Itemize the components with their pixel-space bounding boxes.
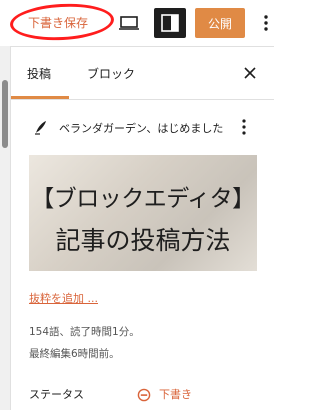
more-vertical-icon[interactable] bbox=[258, 10, 274, 36]
post-stats: 154語、読了時間1分。 最終編集6時間前。 bbox=[29, 321, 140, 365]
sidebar-border bbox=[10, 46, 11, 410]
featured-image[interactable]: 【ブロックエディタ】 記事の投稿方法 bbox=[29, 155, 257, 271]
draft-status-icon bbox=[137, 387, 151, 402]
post-actions-more-icon[interactable] bbox=[237, 117, 251, 137]
post-summary: ベランダガーデン、はじめました bbox=[11, 114, 274, 140]
laptop-icon[interactable] bbox=[117, 11, 141, 35]
publish-button[interactable]: 公開 bbox=[195, 8, 245, 38]
tabs-divider bbox=[11, 99, 274, 100]
status-value: 下書き bbox=[159, 388, 192, 401]
post-title: ベランダガーデン、はじめました bbox=[59, 122, 224, 135]
tab-post[interactable]: 投稿 bbox=[27, 47, 51, 99]
featured-image-text-line2: 記事の投稿方法 bbox=[55, 226, 231, 255]
featured-image-text-line1: 【ブロックエディタ】 bbox=[31, 186, 255, 212]
sidebar-tabs: 投稿 ブロック bbox=[11, 47, 274, 99]
close-icon[interactable] bbox=[242, 65, 258, 81]
status-label: ステータス bbox=[29, 388, 84, 401]
save-draft-button[interactable]: 下書き保存 bbox=[28, 14, 88, 31]
scrollbar-thumb[interactable] bbox=[2, 80, 8, 148]
sidebar-toggle-icon[interactable] bbox=[154, 8, 186, 38]
word-count-text: 154語、読了時間1分。 bbox=[29, 326, 140, 338]
status-dropdown[interactable]: 下書き bbox=[137, 384, 192, 404]
tab-block[interactable]: ブロック bbox=[87, 47, 135, 99]
editor-top-toolbar: 下書き保存 公開 bbox=[0, 0, 274, 46]
add-excerpt-link[interactable]: 抜粋を追加 ... bbox=[29, 290, 98, 306]
last-edited-text: 最終編集6時間前。 bbox=[29, 348, 120, 360]
pen-icon bbox=[33, 119, 49, 135]
